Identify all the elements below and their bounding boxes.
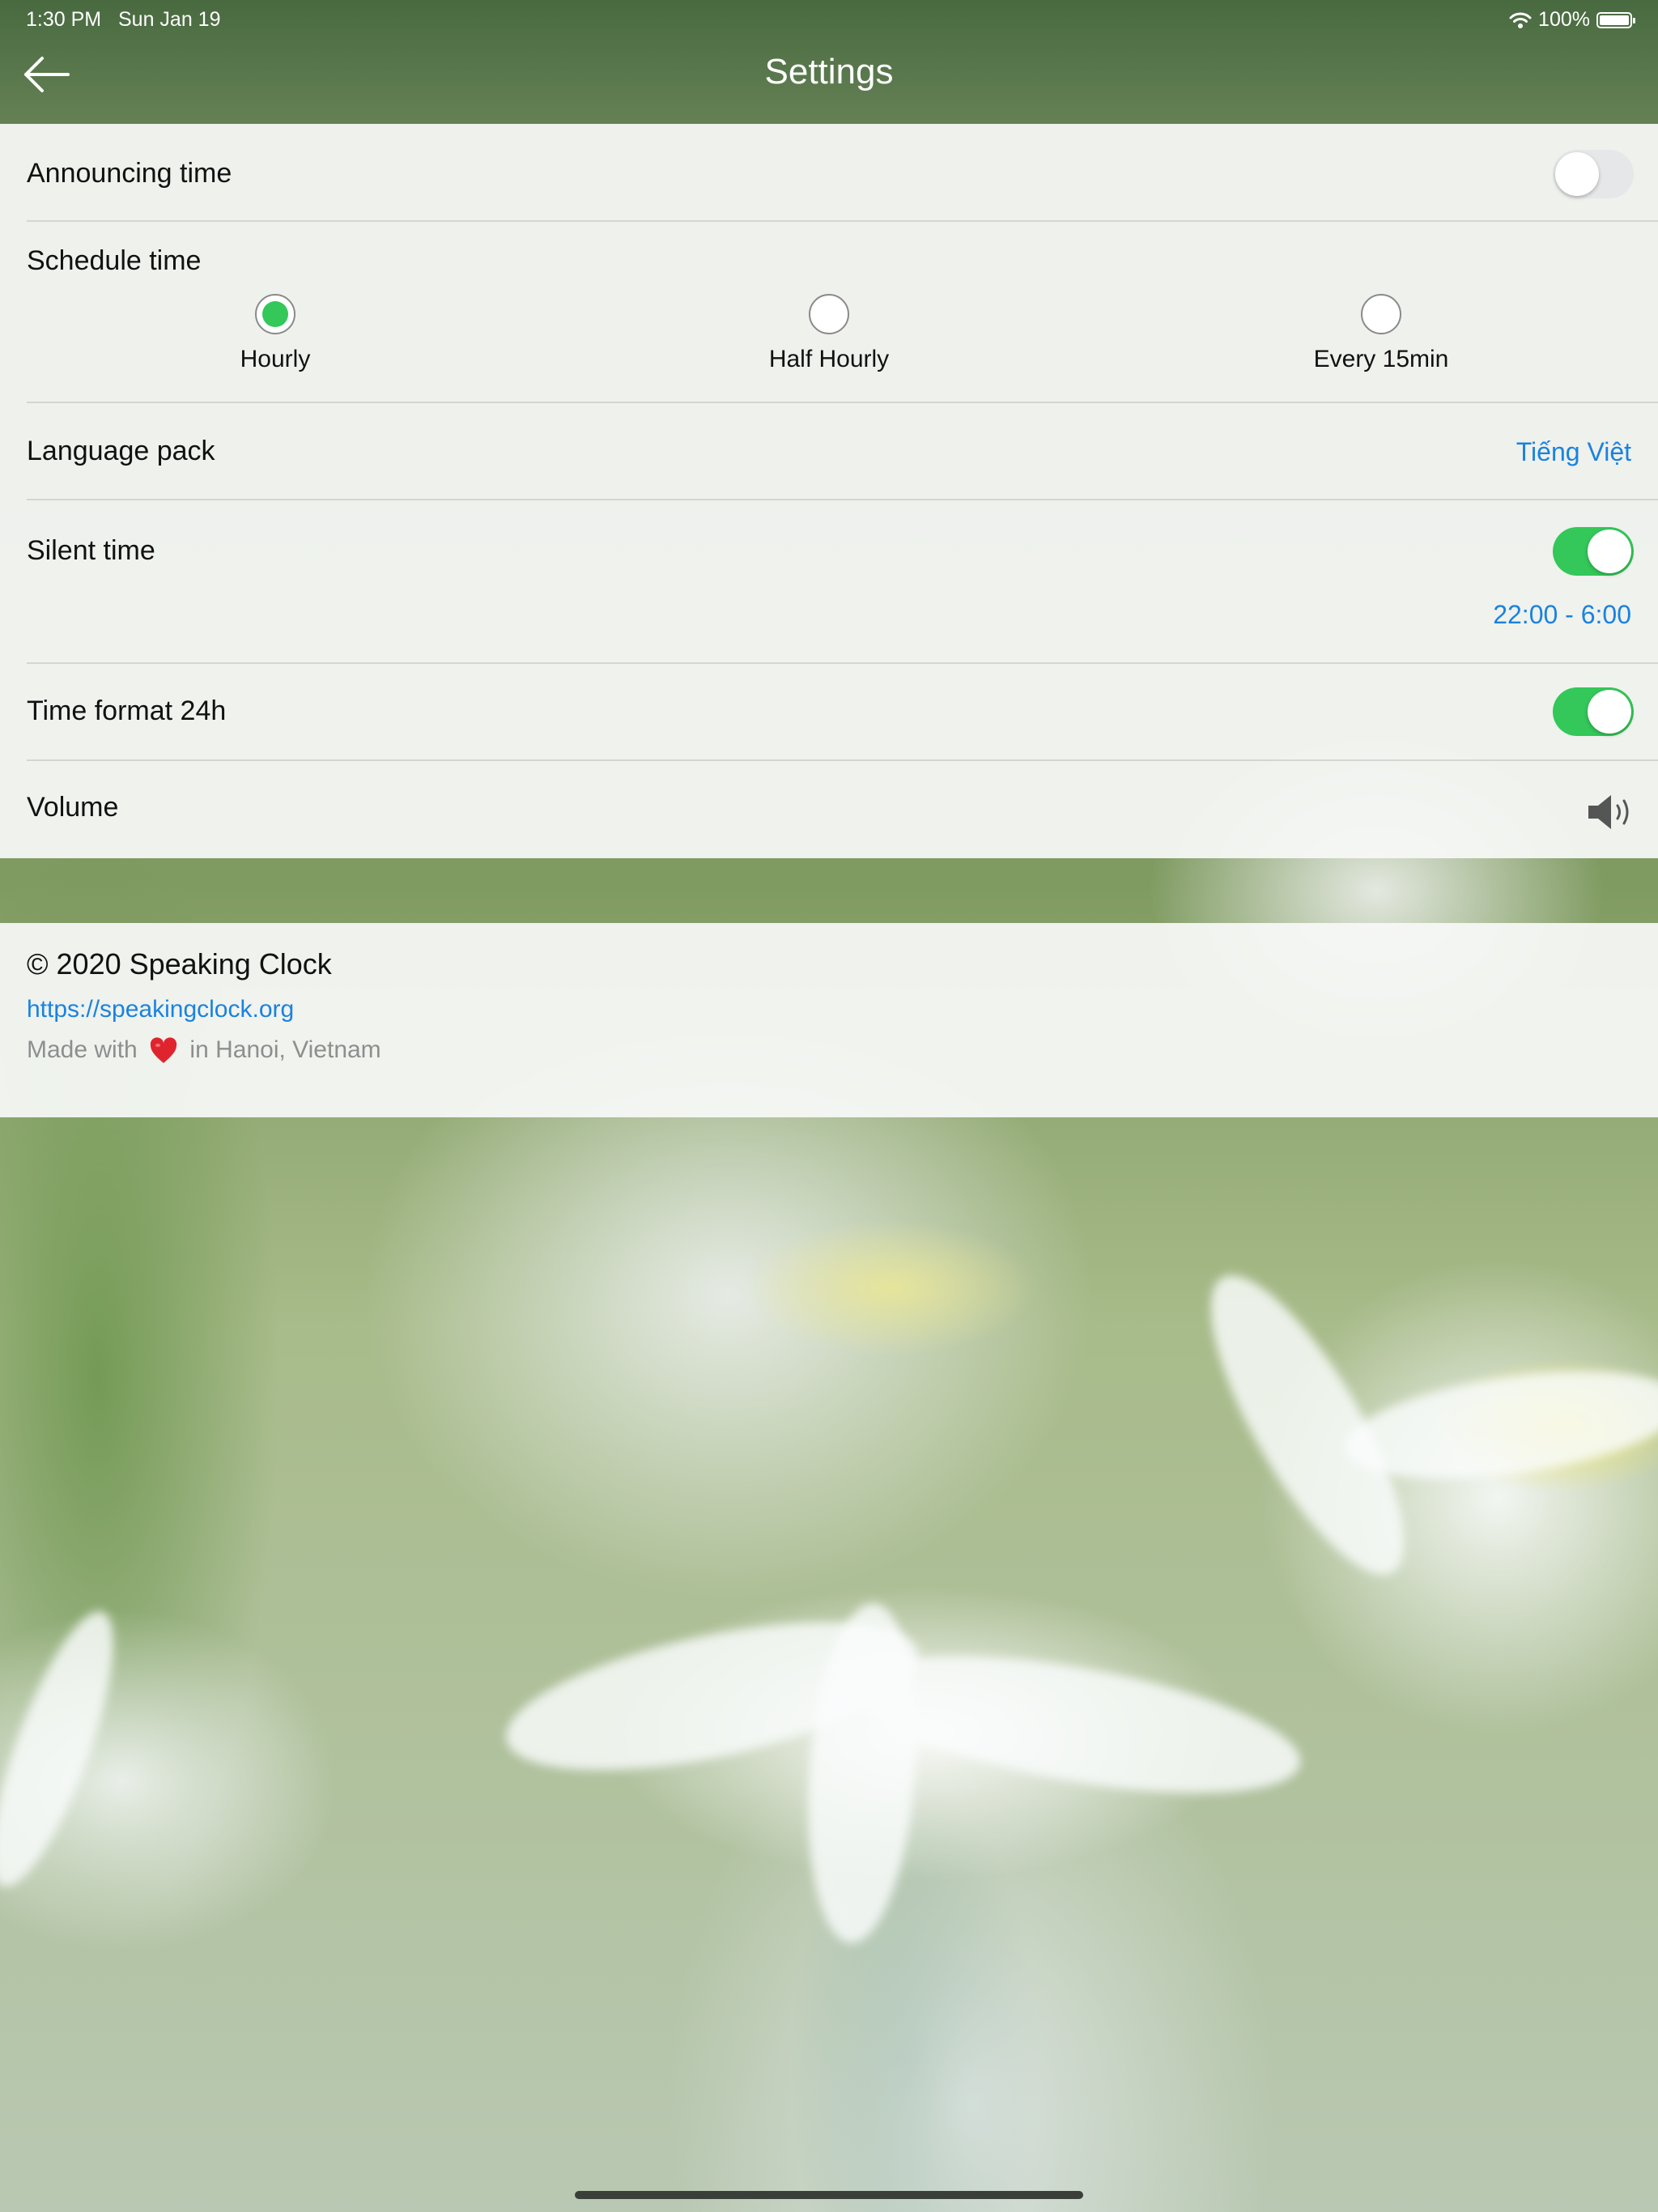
radio-circle[interactable] bbox=[1361, 294, 1401, 334]
status-date: Sun Jan 19 bbox=[118, 8, 221, 31]
page-title: Settings bbox=[764, 52, 894, 91]
radio-hourly[interactable]: Hourly bbox=[154, 294, 397, 373]
footer: © 2020 Speaking Clock https://speakingcl… bbox=[0, 923, 1658, 1117]
radio-circle[interactable] bbox=[809, 294, 849, 334]
status-bar: 1:30 PM Sun Jan 19 100% bbox=[0, 8, 1658, 32]
battery-percent: 100% bbox=[1538, 8, 1590, 31]
radio-label: Every 15min bbox=[1313, 346, 1449, 372]
divider bbox=[27, 499, 1658, 500]
schedule-row: Schedule time bbox=[27, 245, 1658, 286]
volume-row: Volume bbox=[27, 792, 1658, 832]
divider bbox=[27, 662, 1658, 664]
silent-label: Silent time bbox=[27, 535, 155, 566]
divider bbox=[27, 759, 1658, 761]
toggle-knob bbox=[1555, 152, 1599, 196]
announcing-row: Announcing time bbox=[27, 150, 1658, 198]
schedule-radio-group: Hourly Half Hourly Every 15min bbox=[0, 294, 1658, 383]
home-indicator[interactable] bbox=[575, 2191, 1083, 2199]
volume-label: Volume bbox=[27, 792, 119, 823]
radio-half-hourly[interactable]: Half Hourly bbox=[708, 294, 950, 373]
status-indicators: 100% bbox=[1509, 8, 1635, 32]
heart-icon bbox=[150, 1037, 177, 1064]
radio-circle-selected[interactable] bbox=[255, 294, 295, 334]
silent-row: Silent time 22:00 - 6:00 bbox=[27, 527, 1658, 649]
radio-label: Hourly bbox=[240, 346, 311, 372]
top-bar: 1:30 PM Sun Jan 19 100% Settings bbox=[0, 0, 1658, 124]
copyright-text: © 2020 Speaking Clock bbox=[27, 947, 332, 981]
language-row[interactable]: Language pack Tiếng Việt bbox=[27, 436, 1658, 476]
silent-range-link[interactable]: 22:00 - 6:00 bbox=[1493, 600, 1631, 630]
radio-every-15min[interactable]: Every 15min bbox=[1260, 294, 1503, 373]
announcing-label: Announcing time bbox=[27, 158, 232, 189]
format-row: Time format 24h bbox=[27, 687, 1658, 736]
radio-label: Half Hourly bbox=[768, 346, 890, 372]
status-time: 1:30 PM bbox=[26, 8, 102, 31]
made-prefix: Made with bbox=[27, 1036, 138, 1063]
made-with-text: Made with in Hanoi, Vietnam bbox=[27, 1036, 381, 1065]
made-suffix: in Hanoi, Vietnam bbox=[189, 1036, 381, 1063]
schedule-label: Schedule time bbox=[27, 245, 202, 276]
battery-icon bbox=[1596, 11, 1635, 28]
speaker-icon[interactable] bbox=[1584, 792, 1635, 832]
announcing-toggle[interactable] bbox=[1553, 150, 1634, 198]
language-label: Language pack bbox=[27, 436, 215, 466]
format-label: Time format 24h bbox=[27, 696, 227, 726]
toggle-knob bbox=[1588, 690, 1631, 734]
website-link[interactable]: https://speakingclock.org bbox=[27, 996, 294, 1023]
silent-toggle[interactable] bbox=[1553, 527, 1634, 576]
settings-panel: Announcing time Schedule time Hourly Hal… bbox=[0, 124, 1658, 858]
toggle-knob bbox=[1588, 530, 1631, 573]
format-toggle[interactable] bbox=[1553, 687, 1634, 736]
language-value-link[interactable]: Tiếng Việt bbox=[1516, 437, 1631, 467]
divider bbox=[27, 402, 1658, 403]
wifi-icon bbox=[1509, 12, 1532, 28]
divider bbox=[27, 220, 1658, 222]
